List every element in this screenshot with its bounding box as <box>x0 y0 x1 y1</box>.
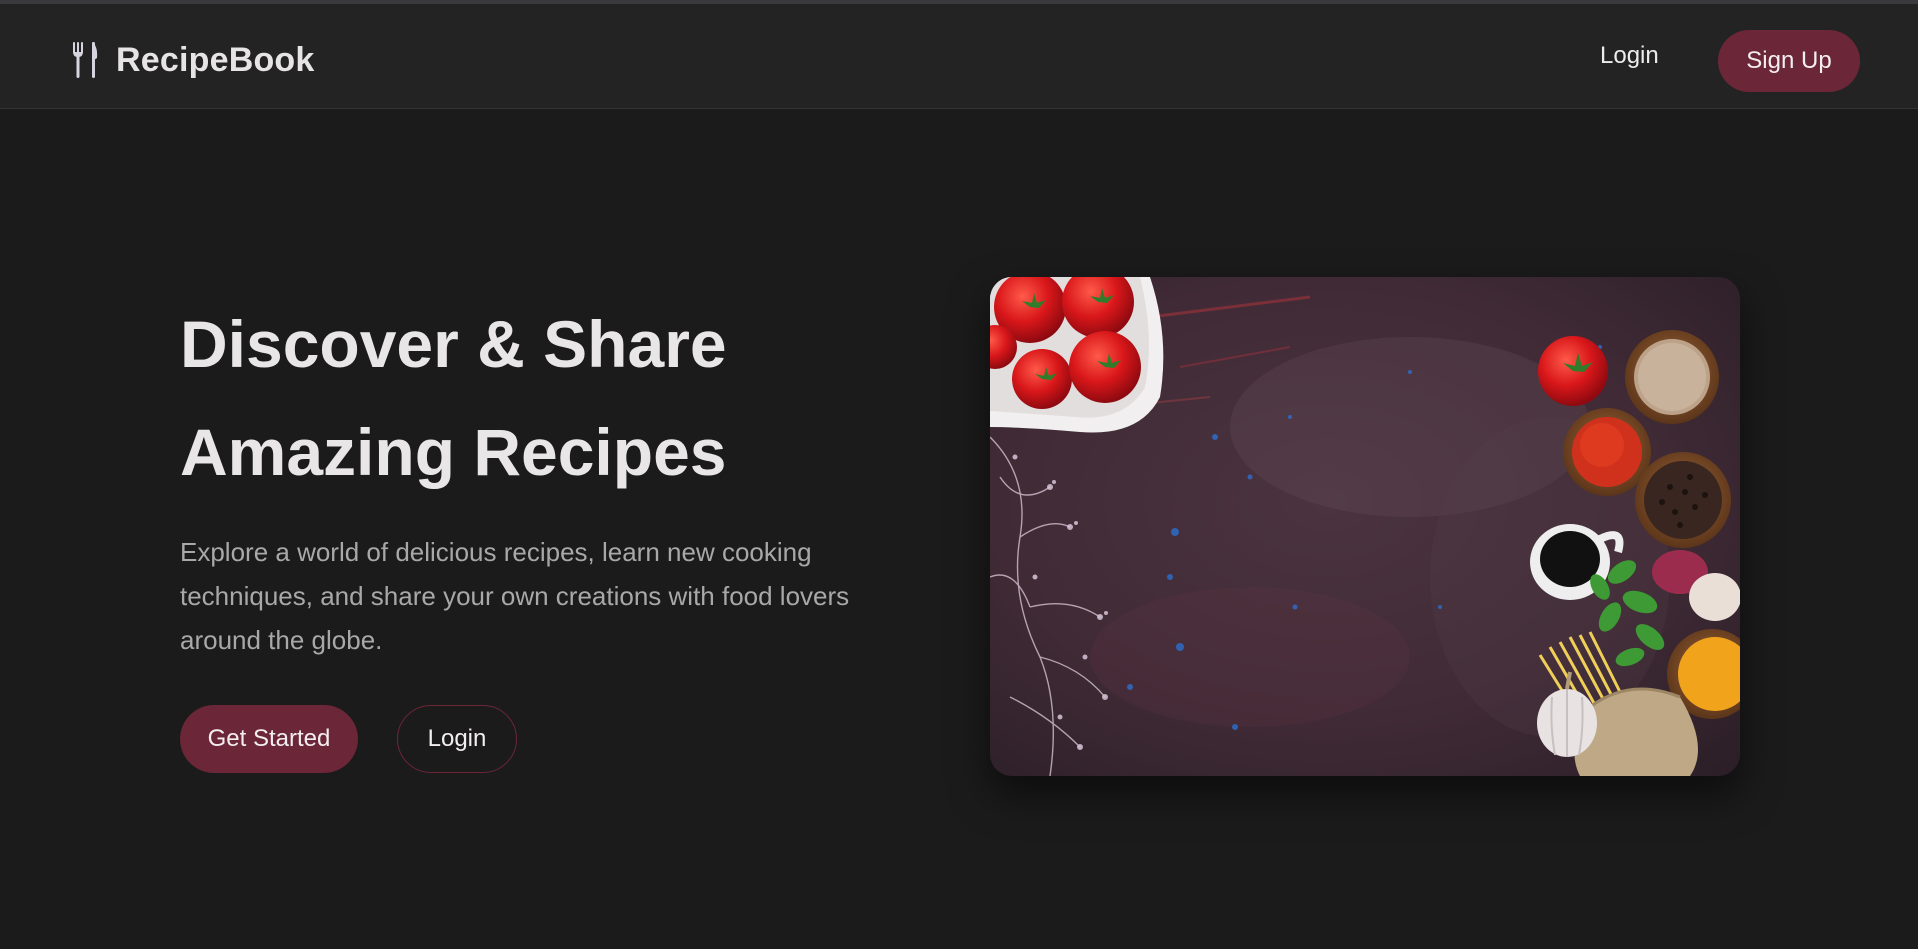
hero-title-line-1: Discover & Share <box>180 307 727 381</box>
hero-login-button[interactable]: Login <box>397 705 517 773</box>
hero-image <box>990 277 1740 776</box>
fork-knife-icon <box>73 42 98 78</box>
hero-title: Discover & Share Amazing Recipes <box>180 290 727 506</box>
hero-description: Explore a world of delicious recipes, le… <box>180 537 850 655</box>
navbar: RecipeBook Login Sign Up <box>0 4 1918 109</box>
brand-name: RecipeBook <box>116 40 315 79</box>
nav-login-link[interactable]: Login <box>1600 42 1659 70</box>
get-started-button[interactable]: Get Started <box>180 705 358 773</box>
nav-signup-button[interactable]: Sign Up <box>1718 30 1860 92</box>
hero-title-line-2: Amazing Recipes <box>180 415 727 489</box>
brand-logo[interactable]: RecipeBook <box>70 38 315 82</box>
